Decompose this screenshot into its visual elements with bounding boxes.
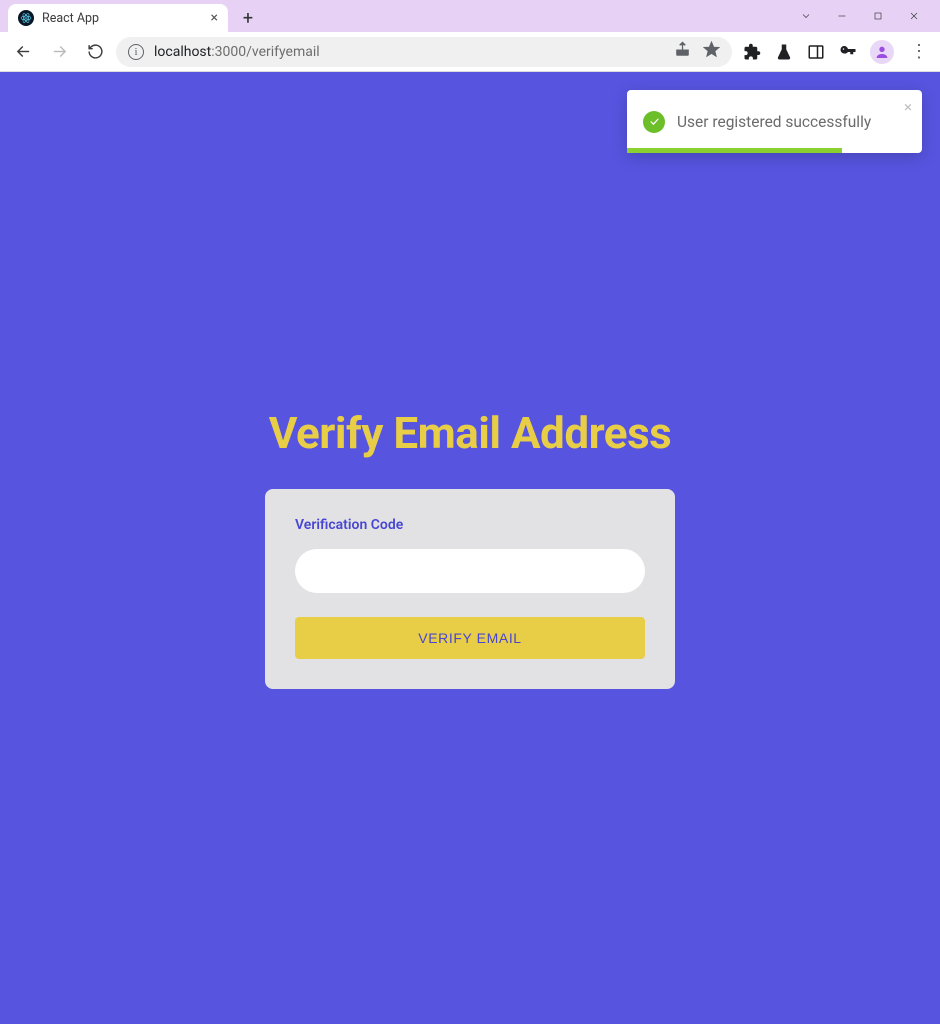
extension-icons: ⋮: [738, 40, 932, 64]
tab-strip: React App × +: [8, 0, 788, 32]
toast-close-icon[interactable]: ×: [904, 98, 912, 116]
window-minimize-button[interactable]: [824, 2, 860, 30]
url-text: localhost:3000/verifyemail: [154, 44, 664, 60]
chrome-menu-button[interactable]: ⋮: [906, 43, 932, 61]
site-info-icon[interactable]: i: [128, 44, 144, 60]
bookmark-star-icon[interactable]: [703, 41, 720, 62]
url-path: :3000/verifyemail: [211, 44, 319, 60]
verify-email-button[interactable]: VERIFY EMAIL: [295, 617, 645, 659]
window-titlebar: React App × +: [0, 0, 940, 32]
browser-toolbar: i localhost:3000/verifyemail ⋮: [0, 32, 940, 72]
extensions-puzzle-icon[interactable]: [742, 42, 762, 62]
address-bar[interactable]: i localhost:3000/verifyemail: [116, 37, 732, 67]
verify-card: Verification Code VERIFY EMAIL: [265, 489, 675, 689]
success-check-icon: [643, 111, 665, 133]
key-icon[interactable]: [838, 42, 858, 62]
window-close-button[interactable]: [896, 2, 932, 30]
nav-forward-button[interactable]: [44, 37, 74, 67]
viewport: User registered successfully × Verify Em…: [0, 72, 940, 1024]
react-favicon: [18, 10, 34, 26]
nav-reload-button[interactable]: [80, 37, 110, 67]
code-label: Verification Code: [295, 517, 645, 533]
new-tab-button[interactable]: +: [234, 4, 262, 32]
toast-progress-bar: [627, 148, 842, 153]
profile-avatar[interactable]: [870, 40, 894, 64]
page-title: Verify Email Address: [269, 407, 672, 459]
verification-code-input[interactable]: [295, 549, 645, 593]
tab-close-icon[interactable]: ×: [211, 10, 218, 26]
tab-title: React App: [42, 11, 203, 26]
page-content: Verify Email Address Verification Code V…: [0, 72, 940, 689]
browser-tab[interactable]: React App ×: [8, 4, 228, 32]
nav-back-button[interactable]: [8, 37, 38, 67]
toast-notification: User registered successfully ×: [627, 90, 922, 153]
window-maximize-button[interactable]: [860, 2, 896, 30]
toast-message: User registered successfully: [677, 113, 906, 131]
flask-icon[interactable]: [774, 42, 794, 62]
url-host: localhost: [154, 44, 211, 60]
share-icon[interactable]: [674, 41, 691, 62]
tab-search-button[interactable]: [788, 2, 824, 30]
side-panel-icon[interactable]: [806, 42, 826, 62]
